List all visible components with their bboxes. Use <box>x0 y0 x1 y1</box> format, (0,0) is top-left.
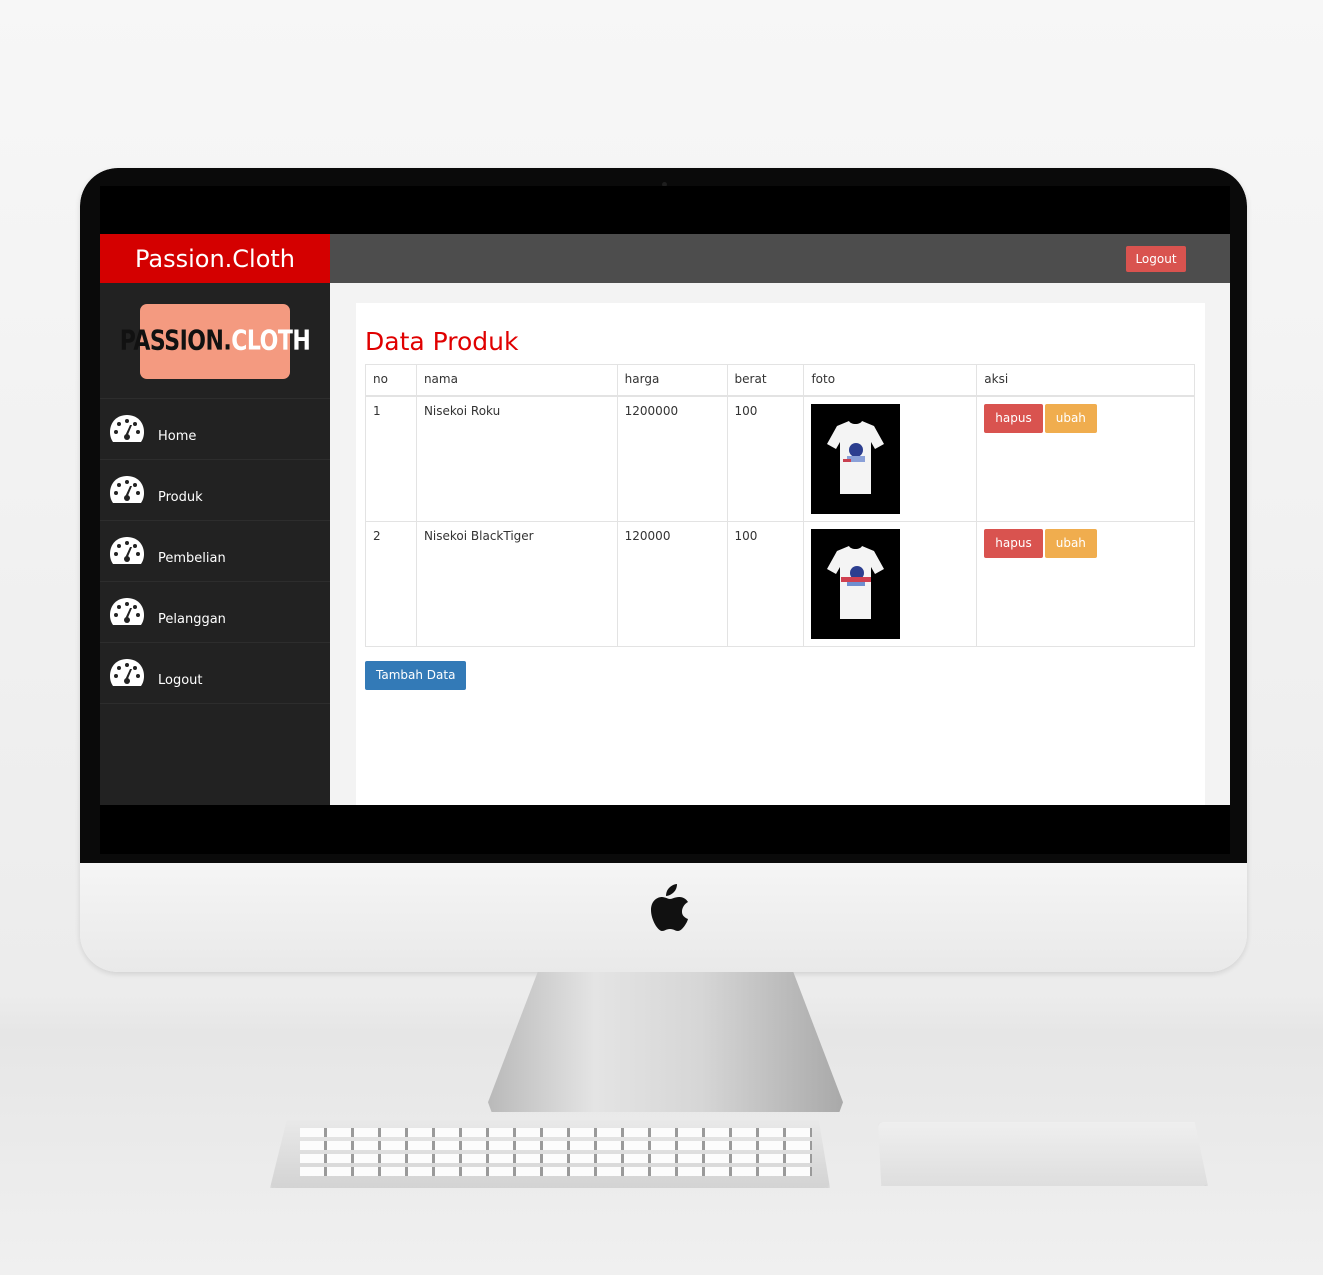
sidebar-item-label: Produk <box>158 490 203 505</box>
sidebar-item-label: Home <box>158 429 197 444</box>
sidebar-item-label: Pembelian <box>158 551 226 566</box>
page-title: Data Produk <box>365 327 519 356</box>
table-row: 1 Nisekoi Roku 1200000 100 hapus ubah <box>365 395 1195 522</box>
cell-foto <box>803 395 978 522</box>
sidebar-item-pelanggan[interactable]: Pelanggan <box>100 582 330 643</box>
cell-berat: 100 <box>726 395 805 522</box>
edit-button[interactable]: ubah <box>1044 403 1097 433</box>
dashboard-icon <box>110 659 144 686</box>
add-data-button[interactable]: Tambah Data <box>365 661 467 690</box>
product-photo <box>811 528 901 639</box>
edit-button[interactable]: ubah <box>1044 528 1097 558</box>
cell-berat: 100 <box>726 520 805 647</box>
delete-button[interactable]: hapus <box>984 528 1043 558</box>
table-header-row: no nama harga berat foto aksi <box>365 364 1195 397</box>
cell-nama: Nisekoi BlackTiger <box>415 520 618 647</box>
cell-nama: Nisekoi Roku <box>415 395 618 522</box>
sidebar-item-logout[interactable]: Logout <box>100 643 330 704</box>
cell-aksi: hapus ubah <box>976 520 1195 647</box>
content-panel: Data Produk no nama harga berat foto aks… <box>356 303 1205 805</box>
cell-no: 2 <box>365 520 417 647</box>
sidebar: PASSION.CLOTH Home Produk Pembelian Pela… <box>100 283 330 805</box>
cell-harga: 1200000 <box>616 395 728 522</box>
header-logout-button[interactable]: Logout <box>1126 246 1186 272</box>
app-screen: Passion.Cloth Logout PASSION.CLOTH Home … <box>100 186 1230 854</box>
dashboard-icon <box>110 415 144 442</box>
sidebar-item-pembelian[interactable]: Pembelian <box>100 521 330 582</box>
sidebar-item-home[interactable]: Home <box>100 399 330 460</box>
apple-logo-icon <box>651 884 688 931</box>
product-table: no nama harga berat foto aksi 1 Nisekoi … <box>365 364 1195 647</box>
cell-aksi: hapus ubah <box>976 395 1195 522</box>
column-header-nama: nama <box>415 364 618 397</box>
sidebar-menu: Home Produk Pembelian Pelanggan Logout <box>100 398 330 704</box>
delete-button[interactable]: hapus <box>984 403 1043 433</box>
cell-no: 1 <box>365 395 417 522</box>
sidebar-item-label: Pelanggan <box>158 612 226 627</box>
main-content: Data Produk no nama harga berat foto aks… <box>330 283 1230 805</box>
dashboard-icon <box>110 537 144 564</box>
dashboard-icon <box>110 476 144 503</box>
sidebar-logo: PASSION.CLOTH <box>120 304 311 379</box>
monitor-stand <box>488 972 843 1112</box>
brand-title[interactable]: Passion.Cloth <box>100 234 330 283</box>
sidebar-item-label: Logout <box>158 673 203 688</box>
trackpad <box>878 1122 1208 1186</box>
cell-foto <box>803 520 978 647</box>
column-header-aksi: aksi <box>976 364 1195 397</box>
keyboard <box>270 1120 830 1188</box>
table-row: 2 Nisekoi BlackTiger 120000 100 hapus ub… <box>365 520 1195 647</box>
sidebar-item-produk[interactable]: Produk <box>100 460 330 521</box>
dashboard-icon <box>110 598 144 625</box>
column-header-no: no <box>365 364 417 397</box>
cell-harga: 120000 <box>616 520 728 647</box>
column-header-harga: harga <box>616 364 728 397</box>
logo-text: PASSION.CLOTH <box>119 325 311 358</box>
column-header-foto: foto <box>803 364 978 397</box>
product-photo <box>811 403 901 514</box>
column-header-berat: berat <box>726 364 805 397</box>
